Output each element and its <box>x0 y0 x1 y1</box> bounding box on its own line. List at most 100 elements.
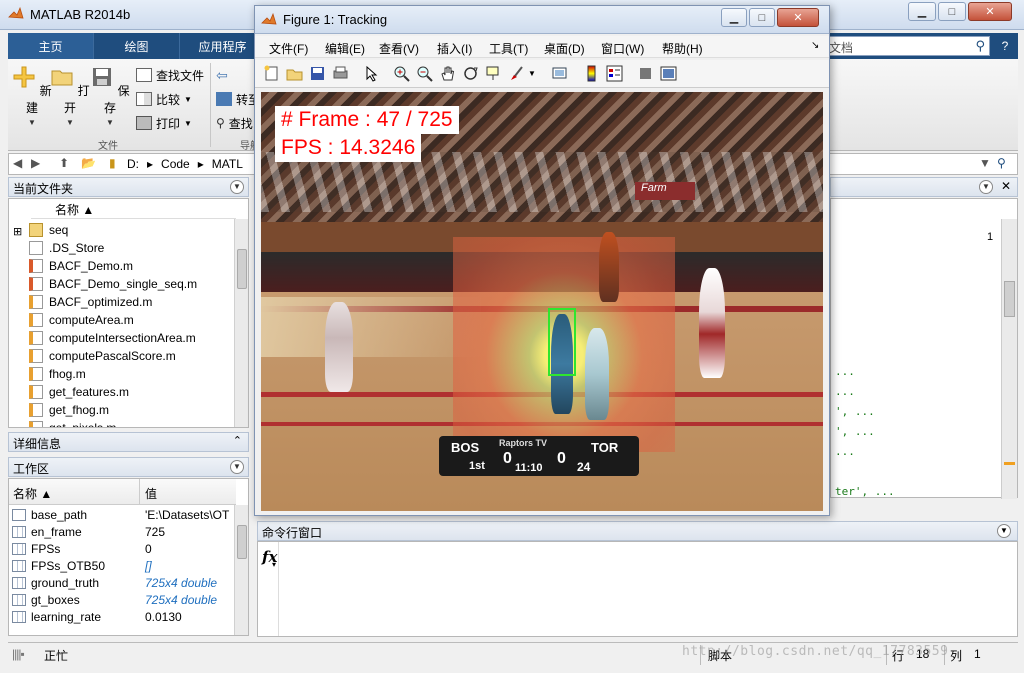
link-plot-icon[interactable] <box>551 65 568 82</box>
brush-dropdown-icon[interactable]: ▼ <box>528 69 536 78</box>
player-figure <box>699 268 725 378</box>
compare-button[interactable]: 比较 ▼ <box>136 89 192 109</box>
show-plot-tools-icon[interactable] <box>660 65 677 82</box>
table-row[interactable]: ground_truth 725x4 double <box>9 575 236 592</box>
print-figure-icon[interactable] <box>332 65 349 82</box>
forward-arrow-icon[interactable]: ▶ <box>31 156 40 170</box>
legend-icon[interactable] <box>606 65 623 82</box>
crumb-code[interactable]: Code <box>161 157 190 171</box>
back-nav-button[interactable]: ⇦ <box>216 65 228 85</box>
figure-menu-bar: 文件(F) 编辑(E) 查看(V) 插入(I) 工具(T) 桌面(D) 窗口(W… <box>255 36 829 58</box>
browse-folder-icon[interactable]: 📂 <box>81 156 96 170</box>
tracking-axes-image[interactable]: Farm BOS Raptors TV 0 0 TOR 1st 11:10 24… <box>261 92 823 511</box>
table-row[interactable]: learning_rate 0.0130 <box>9 609 236 626</box>
list-item[interactable]: fhog.m <box>29 365 86 383</box>
panel-menu-icon[interactable]: ▼ <box>997 524 1011 538</box>
save-figure-icon[interactable] <box>309 65 326 82</box>
figure-window: Figure 1: Tracking ▁ □ ✕ 文件(F) 编辑(E) 查看(… <box>254 5 830 516</box>
find-button[interactable]: ⚲ 查找 <box>216 113 253 133</box>
search-documentation-input[interactable]: 文档 ⚲ <box>822 36 990 56</box>
colorbar-icon[interactable] <box>583 65 600 82</box>
editor-scrollbar[interactable] <box>1001 219 1017 499</box>
rotate-3d-icon[interactable] <box>462 65 479 82</box>
menu-dock-icon[interactable]: ↘ <box>811 40 819 51</box>
folder-scrollbar[interactable] <box>234 219 248 427</box>
table-row[interactable]: FPSs_OTB50 [] <box>9 558 236 575</box>
zoom-in-icon[interactable] <box>393 65 410 82</box>
brush-icon[interactable] <box>508 65 525 82</box>
command-window[interactable]: fx ▾ <box>257 541 1018 637</box>
editor-pane[interactable]: 1 ... ... ', ... ', ... ... ter', ... <box>830 198 1018 499</box>
name-column-header[interactable]: 名称 ▲ <box>31 199 236 219</box>
maximize-button[interactable]: □ <box>938 2 966 21</box>
hide-plot-tools-icon[interactable] <box>637 65 654 82</box>
minimize-button[interactable]: ▁ <box>908 2 936 21</box>
details-header[interactable]: 详细信息 ⌃ <box>8 432 249 452</box>
breadcrumb[interactable]: D: ▸ Code ▸ MATL <box>127 157 243 171</box>
save-button[interactable]: 保存 ▼ <box>90 65 130 127</box>
menu-file[interactable]: 文件(F) <box>269 40 308 57</box>
ws-value-header[interactable]: 值 <box>145 485 157 502</box>
figure-maximize-button[interactable]: □ <box>749 8 775 27</box>
ws-name-header[interactable]: 名称 ▲ <box>13 485 52 502</box>
menu-desktop[interactable]: 桌面(D) <box>544 40 585 57</box>
table-row[interactable]: en_frame 725 <box>9 524 236 541</box>
new-figure-icon[interactable] <box>263 65 280 82</box>
table-row[interactable]: gt_boxes 725x4 double <box>9 592 236 609</box>
address-dropdown-icon[interactable]: ▼ <box>979 156 991 170</box>
list-item[interactable]: computePascalScore.m <box>29 347 176 365</box>
menu-tools[interactable]: 工具(T) <box>489 40 528 57</box>
address-search-icon[interactable]: ⚲ <box>997 156 1006 170</box>
pan-hand-icon[interactable] <box>439 65 456 82</box>
list-item[interactable]: get_fhog.m <box>29 401 109 419</box>
figure-title-bar[interactable]: Figure 1: Tracking ▁ □ ✕ <box>255 6 829 34</box>
list-item[interactable]: computeIntersectionArea.m <box>29 329 196 347</box>
crumb-separator: ▸ <box>147 157 154 171</box>
tab-plots[interactable]: 绘图 <box>94 33 180 59</box>
menu-view[interactable]: 查看(V) <box>379 40 419 57</box>
open-button[interactable]: 打开 ▼ <box>50 65 90 127</box>
panel-menu-icon[interactable]: ▼ <box>979 180 993 194</box>
list-item[interactable]: .DS_Store <box>29 239 104 257</box>
list-item[interactable]: get_pixels.m <box>29 419 116 427</box>
menu-help[interactable]: 帮助(H) <box>662 40 703 57</box>
function-icon <box>29 367 43 381</box>
find-files-button[interactable]: 查找文件 <box>136 65 204 85</box>
edit-plot-arrow-icon[interactable] <box>363 65 380 82</box>
new-button[interactable]: 新建 ▼ <box>12 65 52 127</box>
back-arrow-icon[interactable]: ◀ <box>13 156 22 170</box>
panel-menu-icon[interactable]: ▼ <box>230 460 244 474</box>
search-icon[interactable]: ⚲ <box>975 38 985 54</box>
menu-insert[interactable]: 插入(I) <box>437 40 472 57</box>
tab-home[interactable]: 主页 <box>8 33 94 59</box>
menu-edit[interactable]: 编辑(E) <box>325 40 365 57</box>
close-editor-icon[interactable]: ✕ <box>1001 179 1011 193</box>
list-item[interactable]: BACF_optimized.m <box>29 293 152 311</box>
list-item[interactable]: BACF_Demo_single_seq.m <box>29 275 197 293</box>
list-item[interactable]: BACF_Demo.m <box>29 257 133 275</box>
watermark: http://blog.csdn.net/qq_17783559 <box>682 644 949 659</box>
workspace-scrollbar[interactable] <box>234 505 248 635</box>
expand-icon[interactable]: ⊞ <box>13 225 22 238</box>
close-button[interactable]: ✕ <box>968 2 1012 21</box>
figure-minimize-button[interactable]: ▁ <box>721 8 747 27</box>
help-icon[interactable]: ? <box>994 36 1016 56</box>
open-file-icon[interactable] <box>286 65 303 82</box>
menu-window[interactable]: 窗口(W) <box>601 40 644 57</box>
list-item[interactable]: seq <box>29 221 68 239</box>
crumb-drive[interactable]: D: <box>127 157 139 171</box>
zoom-out-icon[interactable] <box>416 65 433 82</box>
up-folder-icon[interactable]: ⬆ <box>59 156 69 170</box>
fx-dropdown-icon[interactable]: ▾ <box>272 560 276 569</box>
collapse-icon[interactable]: ⌃ <box>233 434 242 447</box>
figure-close-button[interactable]: ✕ <box>777 8 819 27</box>
print-button[interactable]: 打印 ▼ <box>136 113 192 133</box>
list-item[interactable]: computeArea.m <box>29 311 134 329</box>
panel-menu-icon[interactable]: ▼ <box>230 180 244 194</box>
table-row[interactable]: base_path 'E:\Datasets\OT <box>9 507 236 524</box>
list-item[interactable]: get_features.m <box>29 383 129 401</box>
data-cursor-icon[interactable] <box>485 65 502 82</box>
table-row[interactable]: FPSs 0 <box>9 541 236 558</box>
crumb-matl[interactable]: MATL <box>212 157 243 171</box>
player-figure <box>325 302 353 392</box>
